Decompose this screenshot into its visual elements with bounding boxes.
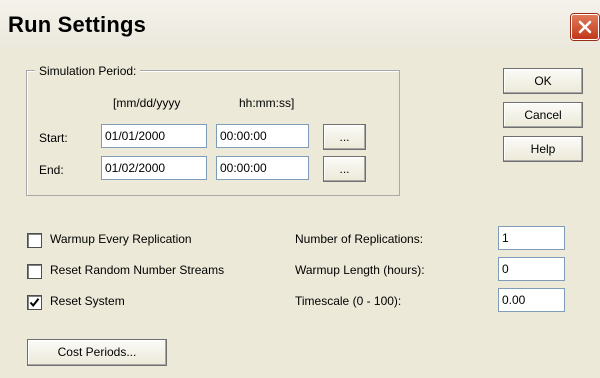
checkmark-icon	[29, 298, 40, 308]
help-button[interactable]: Help	[503, 136, 583, 162]
number-of-replications-input[interactable]	[498, 226, 565, 250]
close-button[interactable]	[571, 14, 599, 40]
reset-random-number-streams-label: Reset Random Number Streams	[50, 263, 225, 277]
cancel-button-label: Cancel	[524, 108, 562, 122]
reset-random-number-streams-checkbox[interactable]	[27, 264, 42, 279]
warmup-length-input[interactable]	[498, 257, 565, 281]
cancel-button[interactable]: Cancel	[503, 102, 583, 128]
start-browse-label: ...	[339, 130, 350, 144]
run-settings-dialog: Run Settings Simulation Period: [mm/dd/y…	[0, 0, 600, 378]
timescale-input[interactable]	[498, 288, 565, 312]
number-of-replications-label: Number of Replications:	[295, 232, 424, 246]
end-time-input[interactable]	[216, 156, 309, 180]
cost-periods-button-label: Cost Periods...	[57, 345, 137, 359]
end-date-input[interactable]	[101, 156, 207, 180]
start-label: Start:	[39, 131, 68, 145]
simulation-period-legend: Simulation Period:	[35, 64, 141, 78]
help-button-label: Help	[530, 142, 556, 156]
end-browse-button[interactable]: ...	[323, 156, 366, 182]
warmup-every-replication-checkbox[interactable]	[27, 233, 42, 248]
start-date-input[interactable]	[101, 124, 207, 148]
start-browse-button[interactable]: ...	[323, 124, 366, 150]
ok-button-label: OK	[534, 74, 552, 88]
end-label: End:	[39, 163, 64, 177]
reset-system-checkbox[interactable]	[27, 295, 42, 310]
title-bar: Run Settings	[0, 0, 600, 48]
date-format-header: [mm/dd/yyyy	[113, 96, 181, 110]
reset-system-label: Reset System	[50, 294, 125, 308]
warmup-every-replication-label: Warmup Every Replication	[50, 232, 192, 246]
close-icon	[578, 20, 592, 34]
ok-button[interactable]: OK	[503, 68, 583, 94]
cost-periods-button[interactable]: Cost Periods...	[27, 339, 167, 366]
dialog-title: Run Settings	[8, 12, 147, 37]
end-browse-label: ...	[339, 162, 350, 176]
time-format-header: hh:mm:ss]	[239, 96, 295, 110]
timescale-label: Timescale (0 - 100):	[295, 294, 402, 308]
warmup-length-label: Warmup Length (hours):	[295, 263, 425, 277]
start-time-input[interactable]	[216, 124, 309, 148]
